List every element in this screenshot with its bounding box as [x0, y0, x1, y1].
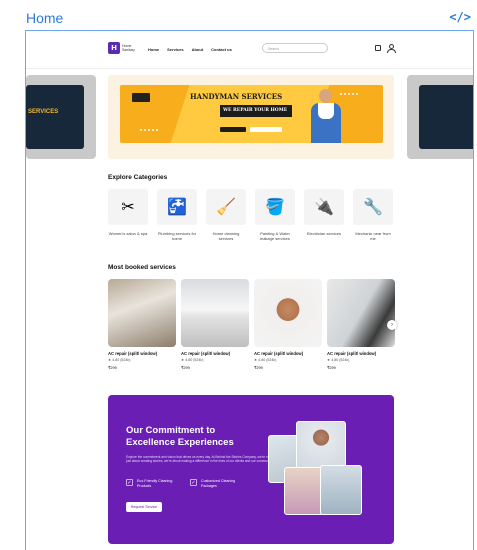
carousel-prev-slide[interactable]: SERVICES — [26, 75, 96, 159]
ac-split-image — [181, 279, 249, 347]
carousel-next-slide[interactable] — [407, 75, 473, 159]
logo-mark: H — [108, 42, 120, 54]
banner-title: HANDYMAN SERVICES — [190, 92, 283, 101]
banner-image: HANDYMAN SERVICES WE REPAIR YOUR HOME — [120, 85, 383, 143]
services-title: Most booked services — [108, 264, 176, 271]
nav-services[interactable]: Services — [167, 47, 183, 52]
main-nav: Home Services About Contact us — [148, 47, 232, 52]
user-icon[interactable] — [387, 44, 396, 53]
category-mechanic[interactable]: 🔧 Mechanic near from me — [353, 189, 393, 241]
category-electrician[interactable]: 🔌 Electrician services — [304, 189, 344, 241]
check-icon: ✓ — [126, 479, 133, 486]
site-logo[interactable]: H Home Sanitary — [108, 42, 135, 54]
search-input[interactable]: Search — [262, 43, 328, 53]
plug-icon: 🔌 — [304, 189, 344, 225]
banner-cta — [220, 127, 246, 132]
nav-about[interactable]: About — [192, 47, 204, 52]
commitment-section: Our Commitment to Excellence Experiences… — [108, 395, 394, 544]
cleaning-photo-bottom — [284, 467, 324, 515]
hero-banner[interactable]: HANDYMAN SERVICES WE REPAIR YOUR HOME — [108, 75, 394, 159]
service-card[interactable]: AC repair (split/ window) ★ 4.80 (524k) … — [108, 279, 176, 370]
request-service-button[interactable]: Request Service — [126, 502, 162, 512]
site-header: H Home Sanitary Home Services About Cont… — [26, 31, 473, 69]
bathroom-cleaning-image — [327, 279, 395, 347]
code-view-icon[interactable]: </> — [449, 10, 471, 24]
cart-icon[interactable] — [375, 45, 381, 51]
category-salon[interactable]: ✂ Women's salon & spa — [108, 189, 148, 241]
tap-icon: 🚰 — [157, 189, 197, 225]
handyman-figure — [306, 89, 346, 143]
categories-list: ✂ Women's salon & spa 🚰 Plumbing service… — [108, 189, 393, 241]
vacuum-icon: 🧹 — [206, 189, 246, 225]
nav-contact[interactable]: Contact us — [211, 47, 232, 52]
page-frame: H Home Sanitary Home Services About Cont… — [25, 30, 474, 550]
cleaning-photo-right — [320, 465, 362, 515]
service-card[interactable]: AC repair (split/ window) ★ 4.80 (524k) … — [254, 279, 322, 370]
next-slide-image — [419, 85, 473, 149]
feature-eco: ✓ Eco-Friendly Cleaning Products — [126, 479, 173, 488]
banner-subtitle: WE REPAIR YOUR HOME — [223, 108, 288, 113]
category-cleaning[interactable]: 🧹 Home cleaning services — [206, 189, 246, 241]
banner-logo — [132, 93, 150, 102]
feature-custom: ✓ Customized Cleaning Packages — [190, 479, 236, 488]
scissors-icon: ✂ — [108, 189, 148, 225]
frame-title: Home — [26, 10, 64, 26]
logo-text: Home Sanitary — [122, 44, 135, 52]
nav-home[interactable]: Home — [148, 47, 159, 52]
categories-title: Explore Categories — [108, 174, 168, 181]
commitment-title: Our Commitment to Excellence Experiences — [126, 425, 234, 448]
banner-cta-secondary — [250, 127, 282, 132]
salon-image — [254, 279, 322, 347]
services-list: AC repair (split/ window) ★ 4.80 (524k) … — [108, 279, 395, 370]
services-next-button[interactable]: › — [387, 320, 397, 330]
commitment-description: Explore the commitment and vision that d… — [126, 455, 273, 464]
service-card[interactable]: AC repair (split/ window) ★ 4.80 (524k) … — [181, 279, 249, 370]
check-icon: ✓ — [190, 479, 197, 486]
ac-unit-image — [108, 279, 176, 347]
wrench-icon: 🔧 — [353, 189, 393, 225]
service-card[interactable]: AC repair (split/ window) ★ 4.80 (524k) … — [327, 279, 395, 370]
category-painting[interactable]: 🪣 Painting & Water leakage services — [255, 189, 295, 241]
prev-slide-text: SERVICES — [28, 109, 59, 115]
category-plumbing[interactable]: 🚰 Plumbing services for home — [157, 189, 197, 241]
prev-slide-image: SERVICES — [26, 85, 84, 149]
paint-bucket-icon: 🪣 — [255, 189, 295, 225]
